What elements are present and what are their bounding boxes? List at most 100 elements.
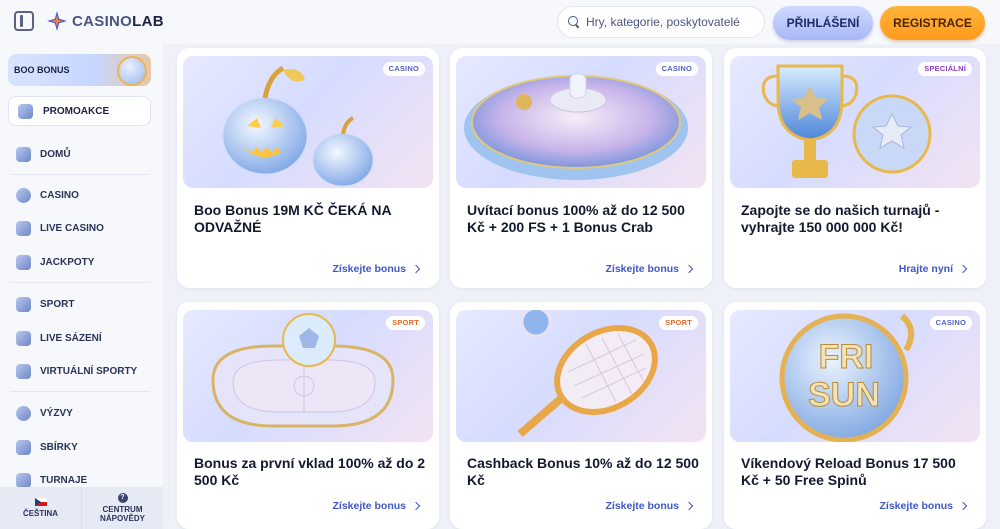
sidebar-item-label: VIRTUÁLNÍ SPORTY [40, 366, 138, 377]
chevron-right-icon [684, 501, 694, 511]
language-label: ČEŠTINA [22, 509, 59, 518]
collections-icon [16, 440, 31, 455]
sidebar-divider [10, 391, 150, 392]
sidebar-item-label: TURNAJE [40, 475, 88, 486]
boo-bonus-label: BOO BONUS [14, 65, 70, 75]
card-title: Bonus za první vklad 100% až do 2 500 Kč [194, 455, 426, 488]
sidebar-item-live-casino[interactable]: LIVE CASINO [16, 221, 104, 236]
casino-chip-icon [16, 188, 31, 203]
card-cta-link[interactable]: Získejte bonus [879, 500, 968, 512]
category-badge: CASINO [929, 316, 972, 330]
live-betting-icon [16, 331, 31, 346]
logo-text-lab: LAB [132, 12, 164, 30]
sidebar-item-challenges[interactable]: VÝZVY [16, 406, 73, 421]
card-title: Zapojte se do našich turnajů - vyhrajte … [741, 202, 940, 235]
sidebar-item-casino[interactable]: CASINO [16, 188, 79, 203]
card-cta-link[interactable]: Získejte bonus [605, 263, 694, 275]
category-badge: CASINO [382, 62, 425, 76]
sidebar-item-jackpots[interactable]: JACKPOTY [16, 255, 94, 270]
sidebar-item-sport[interactable]: SPORT [16, 297, 74, 312]
logo-star-icon [47, 11, 67, 31]
logo-text-casino: CASINO [72, 12, 133, 30]
sidebar-item-live-betting[interactable]: LIVE SÁZENÍ [16, 331, 102, 346]
sidebar-toggle-icon[interactable] [14, 11, 34, 31]
card-title: Boo Bonus 19M KČ ČEKÁ NA ODVAŽNÉ [194, 202, 392, 235]
sidebar-footer: ČEŠTINA ? CENTRUM NÁPOVĚDY [0, 487, 163, 529]
card-cta-link[interactable]: Získejte bonus [332, 263, 421, 275]
cta-label: Získejte bonus [332, 500, 406, 512]
card-title: Víkendový Reload Bonus 17 500 Kč + 50 Fr… [741, 455, 956, 488]
card-image: SPORT [183, 310, 433, 442]
card-title: Cashback Bonus 10% až do 12 500 Kč [467, 455, 699, 488]
casinolab-logo[interactable]: CASINOLAB [46, 10, 164, 32]
sidebar-item-label: SBÍRKY [40, 442, 78, 453]
chevron-right-icon [411, 264, 421, 274]
search-box[interactable] [557, 6, 765, 38]
card-title: Uvítací bonus 100% až do 12 500 Kč + 200… [467, 202, 685, 235]
promo-card[interactable]: FRI SUN CASINO Víkendový Reload Bonus 17… [724, 302, 986, 529]
cta-label: Hrajte nyní [898, 263, 953, 275]
sidebar-item-label: JACKPOTY [40, 257, 95, 268]
sidebar-divider [10, 282, 150, 283]
card-cta-link[interactable]: Získejte bonus [605, 500, 694, 512]
sidebar-item-promo[interactable]: PROMOAKCE [8, 96, 151, 126]
register-button[interactable]: REGISTRACE [880, 6, 985, 40]
category-badge: CASINO [655, 62, 698, 76]
cta-label: Získejte bonus [605, 263, 679, 275]
sidebar-item-label: VÝZVY [40, 408, 73, 419]
sidebar-item-label: PROMOAKCE [43, 105, 110, 117]
card-image: SPECIÁLNÍ [730, 56, 980, 188]
sidebar-item-label: DOMŮ [40, 149, 71, 160]
top-header: CASINOLAB PŘIHLÁŠENÍ REGISTRACE [0, 0, 1000, 44]
cta-label: Získejte bonus [332, 263, 406, 275]
sidebar-item-home[interactable]: DOMŮ [16, 147, 71, 162]
sidebar-item-tournaments[interactable]: TURNAJE [16, 473, 87, 488]
megaphone-icon [18, 103, 33, 119]
category-badge: SPORT [659, 316, 698, 330]
cta-label: Získejte bonus [605, 500, 679, 512]
chevron-right-icon [958, 501, 968, 511]
pumpkin-icon [117, 56, 147, 86]
chevron-right-icon [411, 501, 421, 511]
sport-icon [16, 297, 31, 312]
card-cta-link[interactable]: Hrajte nyní [898, 263, 968, 275]
fri-text: FRI [819, 338, 874, 376]
sidebar-boo-bonus-banner[interactable]: BOO BONUS [8, 54, 151, 86]
sun-text: SUN [808, 376, 880, 414]
sidebar-item-label: LIVE SÁZENÍ [40, 333, 102, 344]
home-icon [16, 147, 31, 162]
sidebar-item-label: CASINO [40, 190, 79, 201]
promo-card[interactable]: SPORT Bonus za první vklad 100% až do 2 … [177, 302, 439, 529]
challenges-icon [16, 406, 31, 421]
tournaments-icon [16, 473, 31, 488]
virtual-sports-icon [16, 364, 31, 379]
card-image: SPORT [456, 310, 706, 442]
chevron-right-icon [958, 264, 968, 274]
sidebar: BOO BONUS PROMOAKCE DOMŮ CASINO LIVE CAS… [0, 44, 163, 529]
category-badge: SPECIÁLNÍ [918, 62, 972, 76]
promo-card[interactable]: CASINO Boo Bonus 19M KČ ČEKÁ NA ODVAŽNÉ … [177, 48, 439, 288]
promo-card[interactable]: CASINO Uvítací bonus 100% až do 12 500 K… [450, 48, 712, 288]
language-selector[interactable]: ČEŠTINA [0, 487, 82, 529]
category-badge: SPORT [386, 316, 425, 330]
promo-card[interactable]: SPECIÁLNÍ Zapojte se do našich turnajů -… [724, 48, 986, 288]
sidebar-item-label: SPORT [40, 299, 75, 310]
search-input[interactable] [586, 15, 756, 29]
jackpot-icon [16, 255, 31, 270]
help-center-button[interactable]: ? CENTRUM NÁPOVĚDY [82, 487, 163, 529]
help-center-label: CENTRUM NÁPOVĚDY [100, 505, 145, 523]
card-cta-link[interactable]: Získejte bonus [332, 500, 421, 512]
help-icon: ? [117, 493, 128, 503]
sidebar-item-collections[interactable]: SBÍRKY [16, 440, 78, 455]
sidebar-divider [10, 174, 150, 175]
sidebar-item-virtual-sports[interactable]: VIRTUÁLNÍ SPORTY [16, 364, 137, 379]
czech-flag-icon [34, 498, 47, 506]
login-button[interactable]: PŘIHLÁŠENÍ [773, 6, 873, 40]
live-casino-icon [16, 221, 31, 236]
chevron-right-icon [684, 264, 694, 274]
sidebar-item-label: LIVE CASINO [40, 223, 104, 234]
card-image: FRI SUN CASINO [730, 310, 980, 442]
card-image: CASINO [183, 56, 433, 188]
card-image: CASINO [456, 56, 706, 188]
promo-card[interactable]: SPORT Cashback Bonus 10% až do 12 500 Kč… [450, 302, 712, 529]
